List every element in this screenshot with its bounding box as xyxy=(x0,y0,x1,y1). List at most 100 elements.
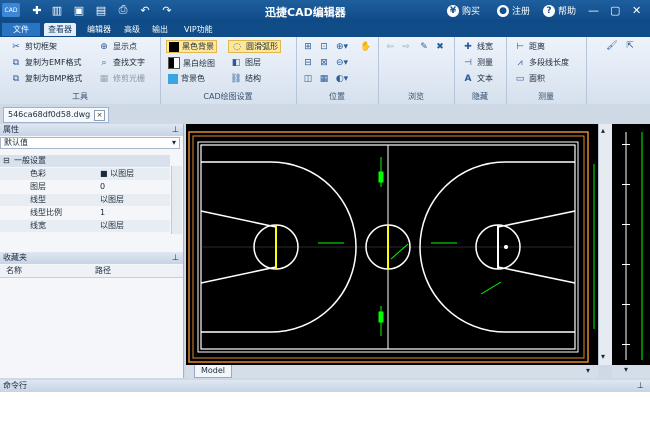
favorites-col-path[interactable]: 路径 xyxy=(95,265,111,277)
view-3d-icon[interactable]: ◫ xyxy=(302,73,314,84)
ribbon-collapse-icon[interactable]: ⇱ xyxy=(624,40,636,51)
layers-icon: ◧ xyxy=(231,57,241,68)
pin-icon[interactable]: ⊥ xyxy=(637,380,644,392)
background-color-button[interactable]: 背景色 xyxy=(168,73,205,84)
property-row[interactable]: 色彩 ■ 以图层 xyxy=(0,168,170,180)
zoom-in-rect-icon[interactable]: ⊡ xyxy=(318,41,330,52)
edit-view-icon[interactable]: ✎ xyxy=(418,41,430,52)
drawing-canvas[interactable] xyxy=(186,124,598,365)
maximize-button[interactable]: ▢ xyxy=(610,4,620,17)
line-width-button[interactable]: ✚ 线宽 xyxy=(462,41,493,52)
group-label-position: 位置 xyxy=(329,92,345,101)
zoom-extent-icon[interactable]: ⊠ xyxy=(318,57,330,68)
measure-hide-button[interactable]: ⊣ 测量 xyxy=(462,57,493,68)
close-button[interactable]: ✕ xyxy=(632,4,641,17)
save-as-icon[interactable]: ▤ xyxy=(94,3,108,17)
scroll-down-icon[interactable]: ▾ xyxy=(601,352,605,361)
ribbon-group-browse: ⇦ ⇨ ✎ ✖ 浏览 xyxy=(378,37,455,104)
bw-drawing-button[interactable]: 黑白绘图 xyxy=(168,57,215,69)
collapse-icon[interactable]: ⊟ xyxy=(3,155,10,167)
zoom-window-icon[interactable]: ⊞ xyxy=(302,41,314,52)
left-panel: 属性 ⊥ 默认值 ▾ ⊟ 一般设置 色彩 ■ 以图层 图层 0 线型 以图层 线型比例… xyxy=(0,124,184,378)
left-key-line-top xyxy=(200,210,277,228)
fit-icon[interactable]: ⊟ xyxy=(302,57,314,68)
orbit-dropdown-icon[interactable]: ◐▾ xyxy=(336,73,348,84)
undo-icon[interactable]: ↶ xyxy=(138,3,152,17)
property-row[interactable]: 线型 以图层 xyxy=(0,194,170,206)
buy-button[interactable]: ¥ 购买 xyxy=(447,4,480,17)
layers-button[interactable]: ◧ 图层 xyxy=(230,57,261,68)
pin-icon[interactable]: ⊥ xyxy=(172,124,179,136)
tabs-dropdown-icon[interactable]: ▾ xyxy=(586,366,590,375)
copy-bmp-icon: ⧉ xyxy=(12,73,20,84)
property-key: 线型比例 xyxy=(30,208,62,217)
copy-bmp-label: 复制为BMP格式 xyxy=(25,74,83,83)
favorites-col-name[interactable]: 名称 xyxy=(6,265,22,277)
text-hide-button[interactable]: A 文本 xyxy=(462,73,493,84)
tab-advanced[interactable]: 高级 xyxy=(120,23,144,36)
tab-output[interactable]: 输出 xyxy=(148,23,172,36)
corner-controls: ▾ xyxy=(612,365,650,378)
property-row[interactable]: 线宽 以图层 xyxy=(0,220,170,232)
layers-label: 图层 xyxy=(245,58,261,67)
redo-icon[interactable]: ↷ xyxy=(160,3,174,17)
register-button[interactable]: ● 注册 xyxy=(497,4,530,17)
structure-label: 结构 xyxy=(245,74,261,83)
chevron-down-icon[interactable]: ▾ xyxy=(624,365,628,374)
chevron-down-icon: ▾ xyxy=(171,138,176,147)
save-icon[interactable]: ▣ xyxy=(72,3,86,17)
zoom-out-dropdown-icon[interactable]: ⊖▾ xyxy=(336,57,348,68)
properties-section-title: 一般设置 xyxy=(14,156,46,165)
help-button[interactable]: ? 帮助 xyxy=(543,4,576,17)
tab-editor[interactable]: 编辑器 xyxy=(83,23,115,36)
distance-button[interactable]: ⊢ 距离 xyxy=(514,41,545,52)
next-view-icon[interactable]: ⇨ xyxy=(400,41,412,52)
smooth-arc-icon: ◌ xyxy=(233,41,241,52)
property-row[interactable]: 线型比例 1 xyxy=(0,207,170,219)
scroll-up-icon[interactable]: ▴ xyxy=(601,126,605,135)
properties-selector-value: 默认值 xyxy=(4,138,28,147)
title-bar: CAD ✚ ▥ ▣ ▤ ⎙ ↶ ↷ 迅捷CAD编辑器 ¥ 购买 ● 注册 ? 帮助 —… xyxy=(0,0,650,22)
tab-viewer[interactable]: 查看器 xyxy=(44,23,76,36)
print-icon[interactable]: ⎙ xyxy=(116,3,130,17)
minimize-button[interactable]: — xyxy=(588,4,599,17)
close-view-icon[interactable]: ✖ xyxy=(434,41,446,52)
structure-button[interactable]: ⛓ 结构 xyxy=(230,73,261,84)
file-menu[interactable]: 文件 xyxy=(2,23,40,36)
copy-emf-button[interactable]: ⧉ 复制为EMF格式 xyxy=(10,57,82,68)
new-icon[interactable]: ✚ xyxy=(30,3,44,17)
open-icon[interactable]: ▥ xyxy=(50,3,64,17)
trim-raster-button[interactable]: ▦ 修剪光栅 xyxy=(98,73,145,84)
pan-hand-icon[interactable]: ✋ xyxy=(360,41,372,52)
copy-bmp-button[interactable]: ⧉ 复制为BMP格式 xyxy=(10,73,82,84)
show-points-button[interactable]: ⊕ 显示点 xyxy=(98,41,137,52)
measure-hide-icon: ⊣ xyxy=(464,57,472,68)
measure-hide-label: 测量 xyxy=(477,58,493,67)
document-tab[interactable]: 546ca68df0d58.dwg × xyxy=(3,107,109,123)
properties-selector[interactable]: 默认值 ▾ xyxy=(0,137,180,149)
document-tab-name: 546ca68df0d58.dwg xyxy=(8,110,91,119)
tab-vip[interactable]: VIP功能 xyxy=(180,23,217,36)
grid-icon[interactable]: ▦ xyxy=(318,73,330,84)
previous-view-icon[interactable]: ⇦ xyxy=(384,41,396,52)
ruler-marks xyxy=(622,132,643,360)
polyline-length-button[interactable]: ⩘ 多段线长度 xyxy=(514,57,569,68)
close-icon[interactable]: × xyxy=(94,110,105,121)
command-line-input[interactable] xyxy=(0,392,650,431)
bw-drawing-label: 黑白绘图 xyxy=(183,58,215,68)
black-background-button[interactable]: 黑色背景 xyxy=(166,40,217,53)
copy-emf-label: 复制为EMF格式 xyxy=(25,58,82,67)
properties-section[interactable]: ⊟ 一般设置 xyxy=(0,155,170,167)
app-logo[interactable]: CAD xyxy=(2,3,20,17)
canvas-vertical-scrollbar[interactable]: ▴ ▾ xyxy=(598,124,613,365)
find-text-button[interactable]: ⌕ 查找文字 xyxy=(98,57,145,68)
smooth-arc-button[interactable]: ◌ 圆滑弧形 xyxy=(228,40,281,53)
model-tab[interactable]: Model xyxy=(194,365,233,378)
property-row[interactable]: 图层 0 xyxy=(0,181,170,193)
zoom-dropdown-icon[interactable]: ⊕▾ xyxy=(336,41,348,52)
cut-frame-button[interactable]: ✂ 剪切框架 xyxy=(10,41,57,52)
properties-scrollbar[interactable] xyxy=(171,166,182,234)
area-button[interactable]: ▭ 面积 xyxy=(514,73,545,84)
brush-icon[interactable]: 🖌 xyxy=(606,40,618,51)
pin-icon[interactable]: ⊥ xyxy=(172,252,179,264)
